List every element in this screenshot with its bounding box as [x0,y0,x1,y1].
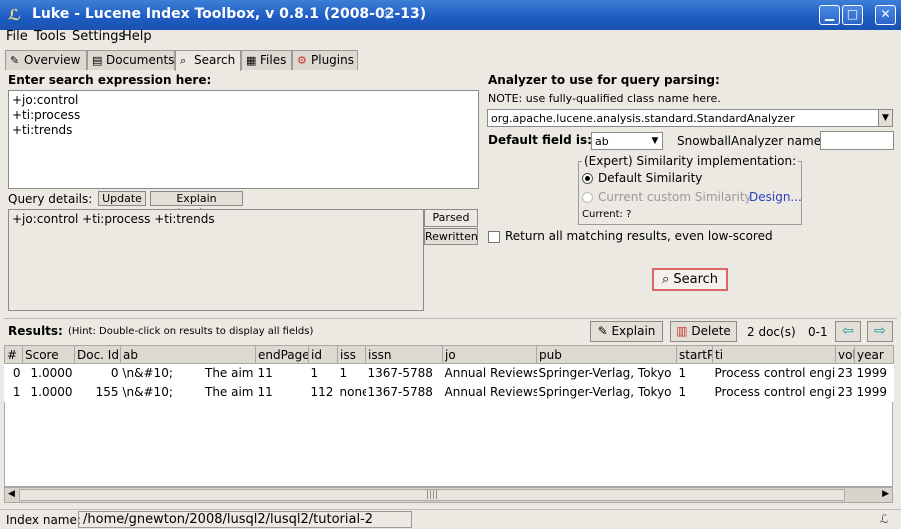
column-header[interactable]: year [854,345,894,364]
tab-files[interactable]: ▦ Files [241,50,292,70]
analyzer-value: org.apache.lucene.analysis.standard.Stan… [491,112,795,125]
explain-structure-button[interactable]: Explain structure [150,191,243,219]
column-header[interactable]: Score [22,345,75,364]
column-header[interactable]: pub [536,345,677,364]
parsed-query-view: +jo:control +ti:process +ti:trends [8,209,424,311]
close-button[interactable]: ✕ [875,5,896,25]
menu-help[interactable]: Help [122,29,152,44]
explain-button[interactable]: ✎ Explain [590,321,663,342]
prev-page-button[interactable]: ⇦ [835,321,861,342]
update-button[interactable]: Update [98,191,146,206]
overview-icon: ✎ [10,54,20,67]
chevron-down-icon: ▼ [878,110,892,126]
table-header-row: # Score Doc. Id ab endPage id iss issn j… [4,345,894,364]
trash-icon: ▥ [676,324,688,338]
index-path: /home/gnewton/2008/lusql2/lusql2/tutoria… [78,511,412,528]
tab-bar: ✎ Overview ▤ Documents ⌕ Search ▦ Files ⚙ Plu… [0,50,901,71]
swirl-icon: ◎ [382,6,394,21]
snowball-input[interactable] [820,131,894,150]
doc-count: 2 doc(s) [747,325,796,339]
chevron-down-icon: ▼ [648,133,662,149]
similarity-legend: (Expert) Similarity implementation: [582,154,799,168]
analyzer-title: Analyzer to use for query parsing: [488,73,720,87]
search-expression-label: Enter search expression here: [8,73,212,87]
window-title: Luke - Lucene Index Toolbox, v 0.8.1 (20… [32,6,427,22]
snowball-label: SnowballAnalyzer name: [677,134,826,148]
analyzer-combo[interactable]: org.apache.lucene.analysis.standard.Stan… [487,109,893,127]
column-header[interactable]: vol [835,345,855,364]
search-button[interactable]: ⌕ Search [652,268,728,291]
documents-icon: ▤ [92,54,103,67]
menu-bar: File Tools Settings Help [0,29,901,50]
delete-button[interactable]: ▥ Delete [670,321,737,342]
arrow-right-icon: ⇨ [874,323,886,339]
column-header[interactable]: issn [365,345,443,364]
scroll-right-icon[interactable]: ▶ [882,489,889,499]
return-all-checkbox[interactable] [488,231,500,243]
column-header[interactable]: ab [120,345,256,364]
results-table: # Score Doc. Id ab endPage id iss issn j… [4,345,894,402]
tab-documents[interactable]: ▤ Documents [87,50,175,70]
column-header[interactable]: Doc. Id [74,345,121,364]
horizontal-scrollbar[interactable]: ◀ |||| ▶ [4,487,893,503]
files-icon: ▦ [246,54,257,67]
results-hint: (Hint: Double-click on results to displa… [68,326,314,337]
tab-rewritten[interactable]: Rewritten [424,228,478,245]
divider [4,318,897,319]
default-field-label: Default field is: [488,133,592,147]
column-header[interactable]: jo [442,345,537,364]
index-name-label: Index name: [6,513,81,527]
luke-status-icon: ℒ [880,512,889,526]
analyzer-note: NOTE: use fully-qualified class name her… [488,92,721,105]
status-bar: Index name: /home/gnewton/2008/lusql2/lu… [0,509,901,529]
column-header[interactable]: # [4,345,23,364]
default-field-combo[interactable]: ab ▼ [591,132,663,150]
column-header[interactable]: endPage [255,345,309,364]
default-field-value: ab [595,135,609,148]
search-expression-input[interactable]: +jo:control +ti:process +ti:trends [8,90,479,189]
arrow-left-icon: ⇦ [842,323,854,339]
minimize-button[interactable]: ▁ [819,5,840,25]
custom-similarity-label: Current custom Similarity [598,190,752,204]
column-header[interactable]: iss [337,345,366,364]
search-icon: ⌕ [180,54,187,67]
title-bar: ℒ Luke - Lucene Index Toolbox, v 0.8.1 (… [0,0,901,30]
default-similarity-label: Default Similarity [598,171,703,185]
column-header[interactable]: id [308,345,338,364]
tab-search[interactable]: ⌕ Search [175,50,241,71]
menu-settings[interactable]: Settings [72,29,125,44]
menu-file[interactable]: File [6,29,28,44]
next-page-button[interactable]: ⇨ [867,321,893,342]
tab-plugins[interactable]: ⚙ Plugins [292,50,358,70]
tab-parsed[interactable]: Parsed [424,209,478,227]
table-row[interactable]: 1 1.0000 155 \n&#10;The aim 11 112 none … [5,383,894,402]
current-similarity: Current: ? [582,209,632,220]
luke-logo-icon: ℒ [8,6,21,24]
column-header[interactable]: startP [676,345,713,364]
tab-overview[interactable]: ✎ Overview [5,50,87,70]
design-link[interactable]: Design... [749,190,802,204]
plugins-icon: ⚙ [297,54,307,67]
result-range: 0-1 [808,325,828,339]
parsed-query-text: +jo:control +ti:process +ti:trends [12,212,215,226]
return-all-label: Return all matching results, even low-sc… [505,229,773,243]
search-icon: ⌕ [661,272,670,287]
explain-icon: ✎ [597,324,608,338]
scroll-left-icon[interactable]: ◀ [8,489,15,499]
default-similarity-radio[interactable] [582,173,593,184]
table-row[interactable]: 0 1.0000 0 \n&#10; The aim 11 1 1 1367-57… [5,364,894,383]
results-label: Results: [8,324,63,338]
custom-similarity-radio[interactable] [582,192,593,203]
query-details-label: Query details: [8,192,93,206]
column-header[interactable]: ti [712,345,836,364]
menu-tools[interactable]: Tools [34,29,66,44]
maximize-button[interactable]: □ [842,5,863,25]
scrollbar-thumb[interactable]: |||| [19,489,845,501]
